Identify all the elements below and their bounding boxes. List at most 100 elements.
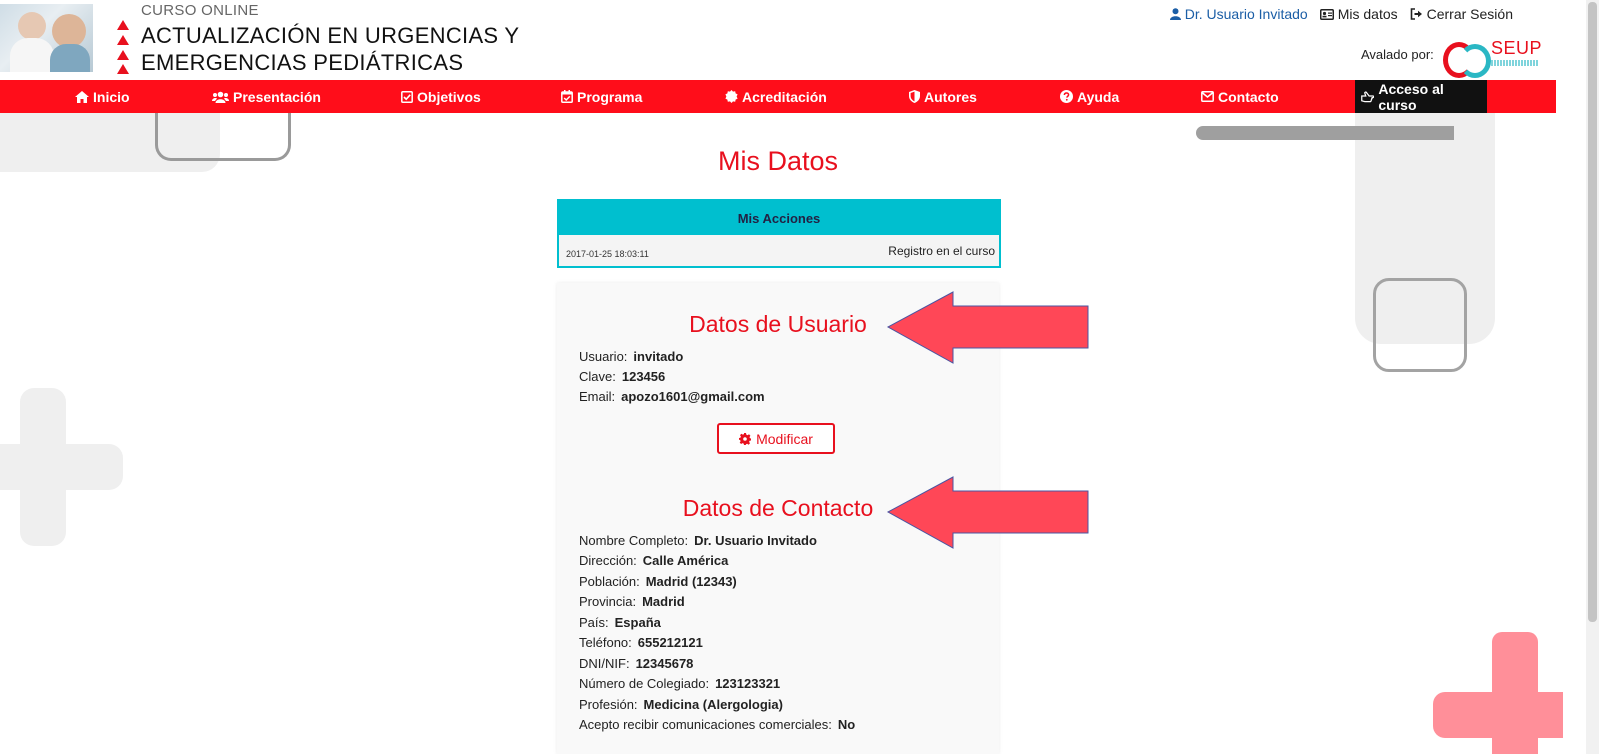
id-card-icon — [1319, 8, 1334, 20]
certificate-icon — [725, 90, 738, 103]
contact-field: Población: Madrid (12343) — [579, 574, 737, 589]
contact-field: Teléfono: 655212121 — [579, 635, 703, 650]
envelope-icon — [1201, 91, 1214, 102]
mis-datos-link[interactable]: Mis datos — [1319, 6, 1398, 22]
decorative-background-bar — [1196, 126, 1454, 140]
modify-button-label: Modificar — [756, 430, 813, 447]
field-value: Madrid (12343) — [645, 574, 737, 589]
user-icon — [1169, 8, 1181, 20]
field-label: Nombre Completo: — [579, 533, 689, 548]
field-label: Dirección: — [579, 553, 637, 568]
logout-label: Cerrar Sesión — [1426, 6, 1513, 22]
field-value: Calle América — [642, 553, 729, 568]
field-label: Provincia: — [579, 594, 637, 609]
field-label: DNI/NIF: — [579, 656, 630, 671]
nav-item-label: Acceso al curso — [1378, 80, 1444, 113]
contact-field: Provincia: Madrid — [579, 594, 685, 609]
nav-item-autores[interactable]: Autores — [909, 80, 977, 113]
user-field: Usuario: invitado — [579, 349, 683, 364]
field-value: 123123321 — [715, 676, 781, 691]
modify-button[interactable]: Modificar — [717, 423, 835, 454]
field-value: invitado — [633, 349, 684, 364]
field-value: 12345678 — [635, 656, 694, 671]
home-icon — [75, 90, 89, 103]
chevrons-icon — [114, 20, 132, 74]
shield-icon — [909, 90, 920, 103]
mis-datos-label: Mis datos — [1337, 6, 1398, 22]
contact-field: Número de Colegiado: 123123321 — [579, 676, 780, 691]
site-header: CURSO ONLINE ACTUALIZACIÓN EN URGENCIAS … — [0, 0, 1556, 80]
user-field: Clave: 123456 — [579, 369, 665, 384]
course-subtitle: CURSO ONLINE — [141, 2, 259, 19]
annotation-arrow-icon — [886, 476, 1089, 549]
field-label: Usuario: — [579, 349, 628, 364]
checkbox-icon — [401, 90, 413, 103]
field-label: Profesión: — [579, 697, 638, 712]
nav-item-programa[interactable]: Programa — [561, 80, 642, 113]
user-menu: Dr. Usuario Invitado Mis datos Cerrar Se… — [1169, 6, 1513, 22]
field-label: País: — [579, 615, 609, 630]
nav-item-label: Presentación — [233, 88, 321, 105]
question-circle-icon — [1060, 90, 1073, 103]
contact-field: Profesión: Medicina (Alergologia) — [579, 697, 783, 712]
field-value: 655212121 — [637, 635, 703, 650]
nav-item-label: Objetivos — [417, 88, 481, 105]
user-profile-link[interactable]: Dr. Usuario Invitado — [1169, 6, 1308, 22]
field-value: Madrid — [642, 594, 685, 609]
calendar-check-icon — [561, 90, 573, 103]
user-field: Email: apozo1601@gmail.com — [579, 389, 765, 404]
decorative-background-outline — [1373, 278, 1467, 372]
gear-icon — [739, 432, 752, 445]
field-value: 123456 — [621, 369, 666, 384]
nav-item-label: Contacto — [1218, 88, 1279, 105]
field-label: Población: — [579, 574, 640, 589]
nav-item-objetivos[interactable]: Objetivos — [401, 80, 481, 113]
decorative-plus-shape — [1433, 692, 1563, 738]
hand-pointer-icon — [1361, 90, 1375, 102]
nav-item-presentacion[interactable]: Presentación — [212, 80, 321, 113]
action-date: 2017-01-25 18:03:11 — [566, 248, 649, 259]
nav-item-label: Inicio — [93, 88, 130, 105]
field-value: España — [614, 615, 661, 630]
users-icon — [212, 91, 229, 103]
main-nav: Inicio Presentación Objetivos Programa A… — [0, 80, 1556, 113]
contact-field: Nombre Completo: Dr. Usuario Invitado — [579, 533, 817, 548]
actions-table: Mis Acciones 2017-01-25 18:03:11 Registr… — [557, 199, 1001, 268]
contact-field: DNI/NIF: 12345678 — [579, 656, 693, 671]
scrollbar-thumb[interactable] — [1588, 2, 1597, 622]
nav-item-contacto[interactable]: Contacto — [1201, 80, 1279, 113]
table-row: 2017-01-25 18:03:11 Registro en el curso — [559, 235, 999, 266]
field-value: No — [837, 717, 856, 732]
field-label: Teléfono: — [579, 635, 632, 650]
page-title: Mis Datos — [717, 146, 839, 176]
field-label: Clave: — [579, 369, 616, 384]
seup-logo[interactable]: SEUP — [1441, 38, 1543, 78]
nav-item-label: Programa — [577, 88, 643, 105]
actions-table-header: Mis Acciones — [559, 201, 999, 235]
sign-out-icon — [1410, 8, 1422, 20]
nav-item-ayuda[interactable]: Ayuda — [1060, 80, 1119, 113]
user-profile-label: Dr. Usuario Invitado — [1184, 6, 1308, 22]
annotation-arrow-icon — [886, 291, 1089, 364]
course-title[interactable]: ACTUALIZACIÓN EN URGENCIAS Y EMERGENCIAS… — [141, 22, 561, 76]
field-value: apozo1601@gmail.com — [621, 389, 765, 404]
action-description: Registro en el curso — [888, 243, 995, 258]
field-label: Email: — [579, 389, 616, 404]
contact-field: Acepto recibir comunicaciones comerciale… — [579, 717, 855, 732]
logout-link[interactable]: Cerrar Sesión — [1410, 6, 1513, 22]
seup-logo-text: SEUP — [1491, 38, 1543, 58]
field-label: Número de Colegiado: — [579, 676, 710, 691]
page-scrollbar[interactable] — [1586, 0, 1599, 754]
endorsed-by-label: Avalado por: — [1361, 47, 1434, 62]
field-value: Medicina (Alergologia) — [643, 697, 783, 712]
nav-item-acreditacion[interactable]: Acreditación — [725, 80, 827, 113]
contact-field: Dirección: Calle América — [579, 553, 728, 568]
field-label: Acepto recibir comunicaciones comerciale… — [579, 717, 832, 732]
nav-item-label: Acreditación — [742, 88, 827, 105]
field-value: Dr. Usuario Invitado — [694, 533, 817, 548]
nav-item-label: Ayuda — [1077, 88, 1120, 105]
nav-item-inicio[interactable]: Inicio — [75, 80, 130, 113]
course-logo-image[interactable] — [0, 4, 93, 72]
nav-item-acceso-curso[interactable]: Acceso al curso — [1355, 80, 1487, 113]
nav-item-label: Autores — [924, 88, 977, 105]
